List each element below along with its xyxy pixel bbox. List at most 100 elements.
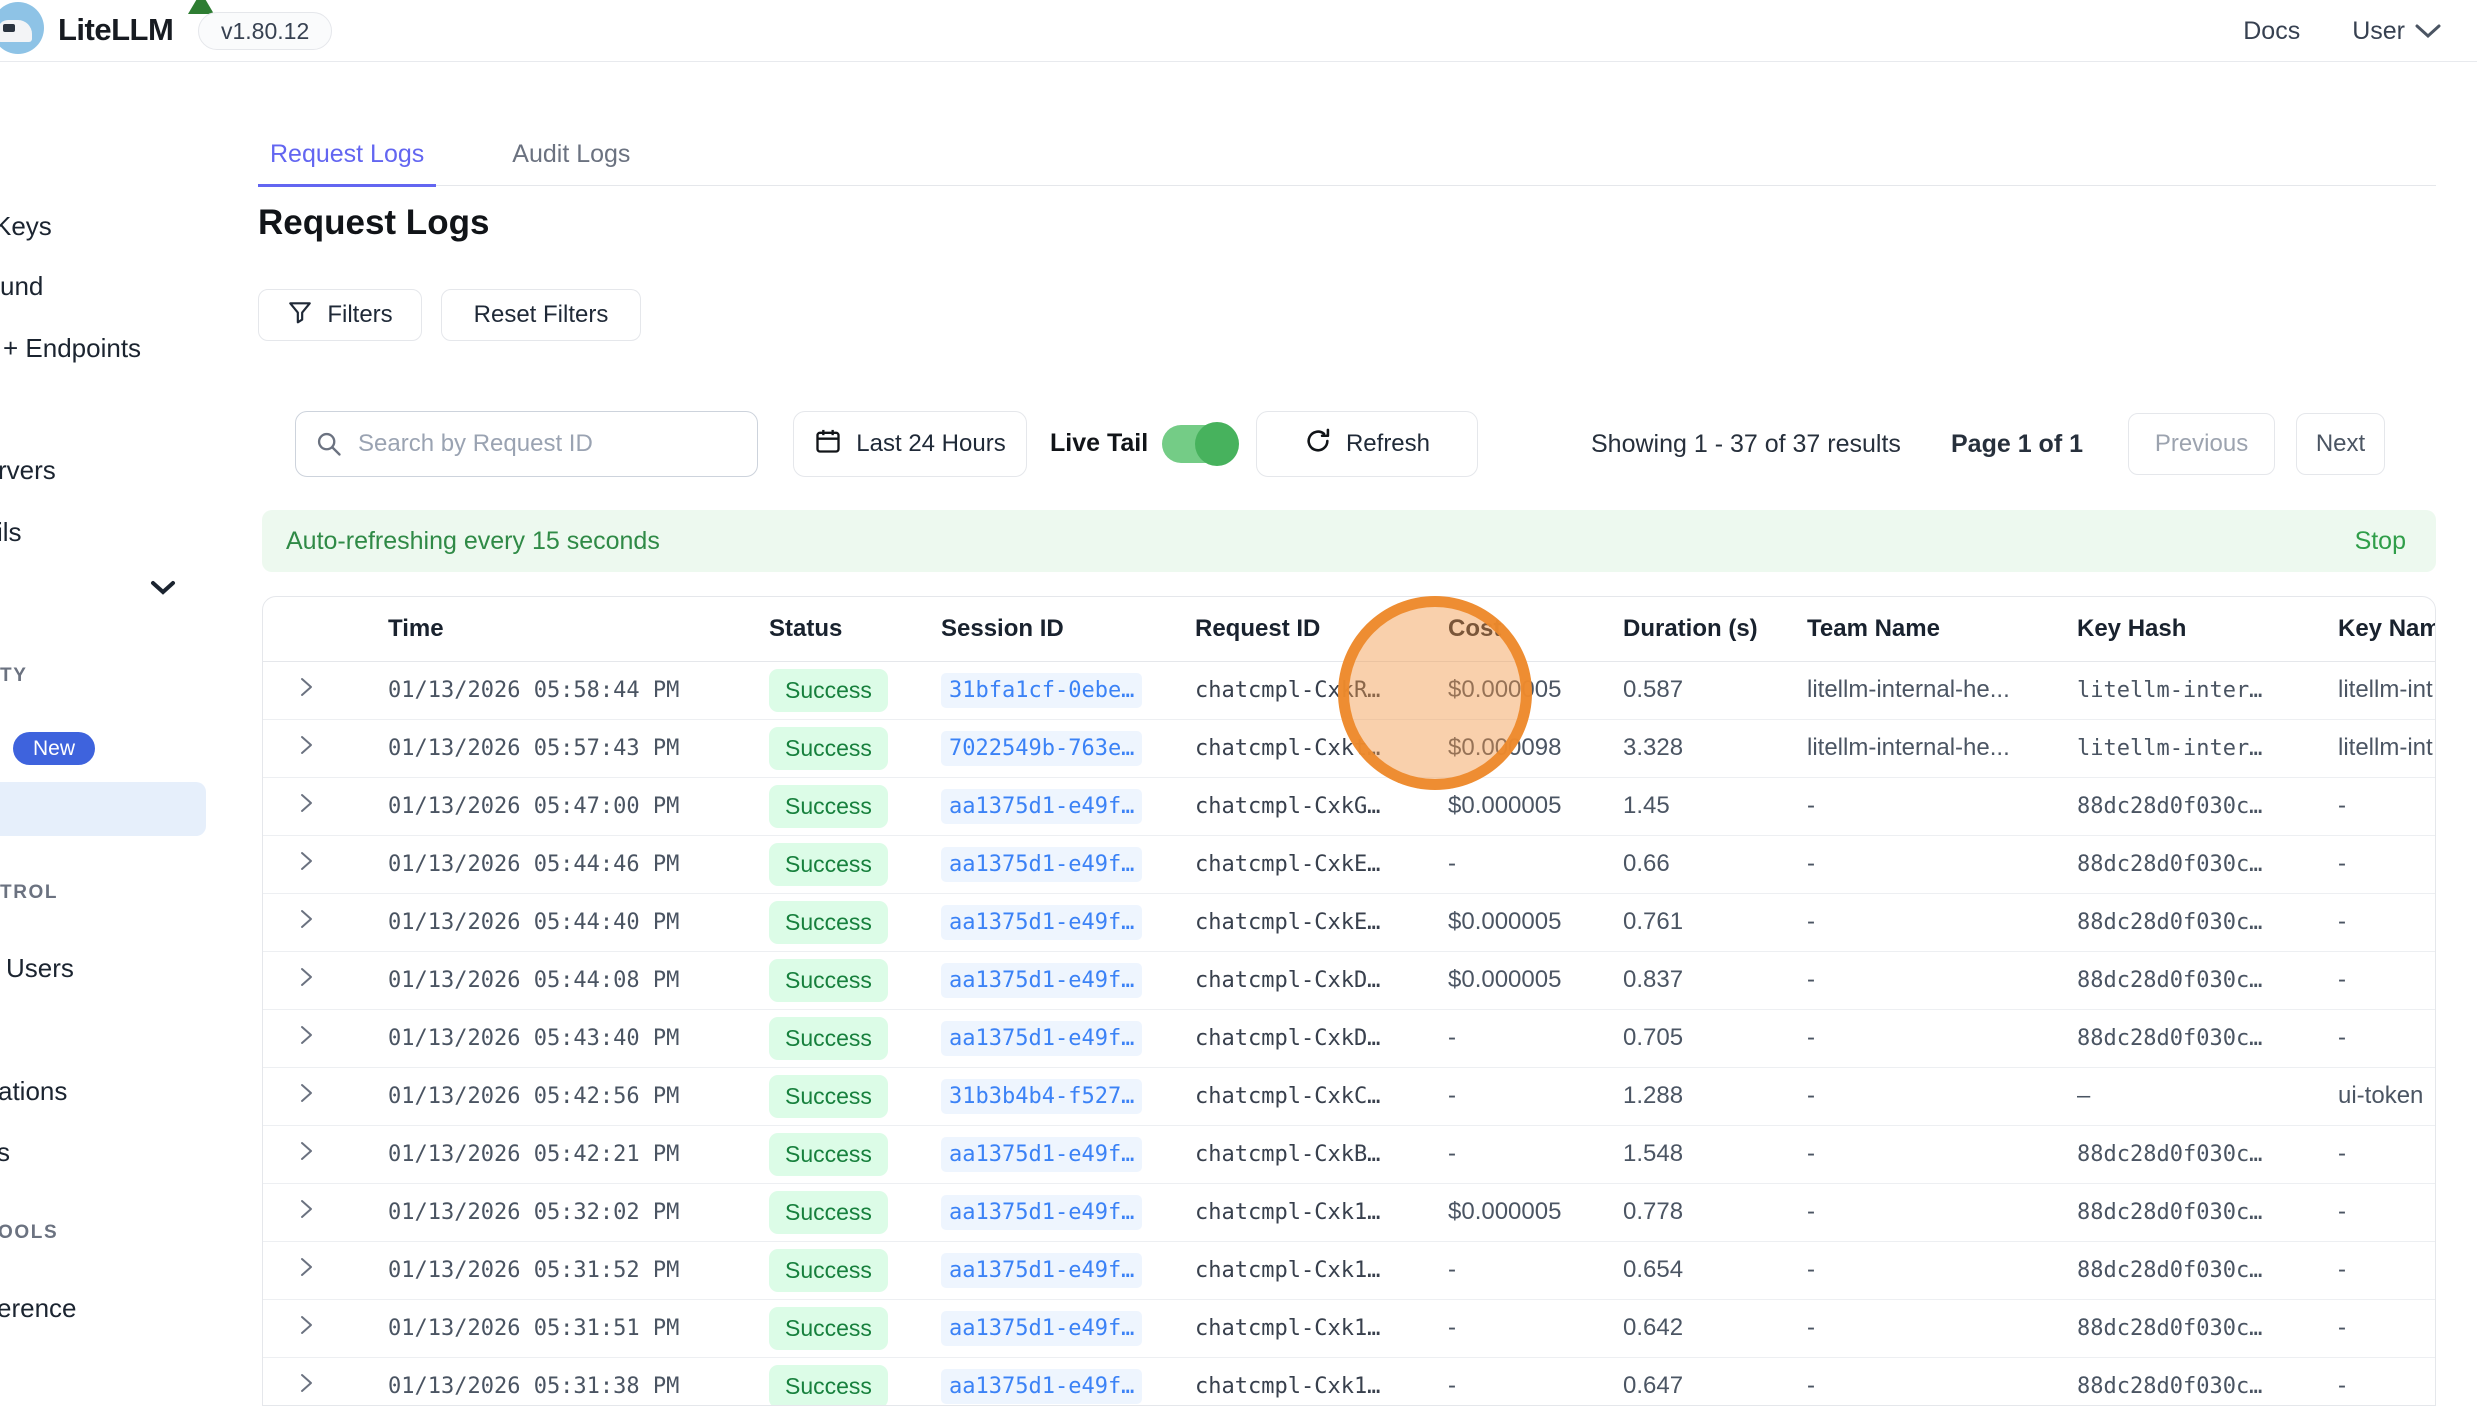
cell-time: 01/13/2026 05:47:00 PM bbox=[348, 777, 729, 835]
time-range-button[interactable]: Last 24 Hours bbox=[793, 411, 1027, 477]
sidebar-item-reference[interactable]: erence bbox=[0, 1293, 77, 1324]
expand-row-chevron-icon[interactable] bbox=[299, 1081, 314, 1112]
sidebar-item-teams[interactable]: s bbox=[0, 1137, 10, 1168]
cell-status: Success bbox=[729, 951, 901, 1009]
cell-team-name: - bbox=[1767, 777, 2037, 835]
sidebar-item-keys[interactable]: Keys bbox=[0, 211, 52, 242]
docs-link[interactable]: Docs bbox=[2243, 17, 2300, 46]
table-row: 01/13/2026 05:42:21 PMSuccessaa1375d1-e4… bbox=[263, 1125, 2436, 1183]
expand-row-chevron-icon[interactable] bbox=[299, 675, 314, 706]
stop-auto-refresh-link[interactable]: Stop bbox=[2355, 527, 2406, 556]
sidebar-item-logs-selected[interactable] bbox=[0, 782, 206, 836]
cell-team-name: litellm-internal-he... bbox=[1767, 661, 2037, 719]
cell-status: Success bbox=[729, 1241, 901, 1299]
cell-duration: 0.647 bbox=[1583, 1357, 1767, 1406]
session-id-link[interactable]: aa1375d1-e49f… bbox=[941, 1195, 1142, 1230]
next-page-button[interactable]: Next bbox=[2296, 413, 2385, 475]
status-badge: Success bbox=[769, 1307, 888, 1350]
cell-duration: 0.705 bbox=[1583, 1009, 1767, 1067]
version-badge: v1.80.12 bbox=[198, 12, 332, 50]
cell-key-name: - bbox=[2298, 1357, 2436, 1406]
sidebar-item-guardrails[interactable]: ils bbox=[0, 517, 22, 548]
sidebar-section-observability: TY bbox=[0, 665, 27, 687]
sidebar-item-playground[interactable]: und bbox=[0, 271, 43, 302]
user-menu[interactable]: User bbox=[2352, 17, 2441, 46]
column-header-session-id: Session ID bbox=[901, 597, 1155, 661]
table-row: 01/13/2026 05:58:44 PMSuccess31bfa1cf-0e… bbox=[263, 661, 2436, 719]
session-id-link[interactable]: aa1375d1-e49f… bbox=[941, 963, 1142, 998]
status-badge: Success bbox=[769, 727, 888, 770]
expand-row-chevron-icon[interactable] bbox=[299, 849, 314, 880]
cell-duration: 1.288 bbox=[1583, 1067, 1767, 1125]
expand-row-chevron-icon[interactable] bbox=[299, 791, 314, 822]
filters-button[interactable]: Filters bbox=[258, 289, 422, 341]
search-input[interactable] bbox=[295, 411, 758, 477]
cell-session-id: aa1375d1-e49f… bbox=[901, 1299, 1155, 1357]
previous-page-button[interactable]: Previous bbox=[2128, 413, 2275, 475]
request-logs-table-card: TimeStatusSession IDRequest IDCostDurati… bbox=[262, 596, 2436, 1406]
expand-row-chevron-icon[interactable] bbox=[299, 965, 314, 996]
expand-row-chevron-icon[interactable] bbox=[299, 1313, 314, 1344]
cell-status: Success bbox=[729, 893, 901, 951]
sidebar-item-servers[interactable]: rvers bbox=[0, 455, 56, 486]
cell-team-name: - bbox=[1767, 1067, 2037, 1125]
table-row: 01/13/2026 05:32:02 PMSuccessaa1375d1-e4… bbox=[263, 1183, 2436, 1241]
cell-expand bbox=[263, 1183, 348, 1241]
sidebar-item-models-endpoints[interactable]: + Endpoints bbox=[3, 333, 141, 364]
session-id-link[interactable]: aa1375d1-e49f… bbox=[941, 847, 1142, 882]
session-id-link[interactable]: 31bfa1cf-0ebe… bbox=[941, 673, 1142, 708]
cell-expand bbox=[263, 1009, 348, 1067]
cell-duration: 0.642 bbox=[1583, 1299, 1767, 1357]
cell-key-hash: 88dc28d0f030c… bbox=[2037, 1125, 2298, 1183]
session-id-link[interactable]: aa1375d1-e49f… bbox=[941, 1137, 1142, 1172]
sidebar-collapse-chevron-icon[interactable] bbox=[150, 580, 176, 601]
cell-duration: 1.45 bbox=[1583, 777, 1767, 835]
expand-row-chevron-icon[interactable] bbox=[299, 907, 314, 938]
column-header-team-name: Team Name bbox=[1767, 597, 2037, 661]
cell-time: 01/13/2026 05:44:40 PM bbox=[348, 893, 729, 951]
cell-key-name: - bbox=[2298, 893, 2436, 951]
cell-expand bbox=[263, 777, 348, 835]
sidebar-item-users[interactable]: Users bbox=[6, 953, 74, 984]
sidebar-item-organizations[interactable]: ations bbox=[0, 1076, 67, 1107]
expand-row-chevron-icon[interactable] bbox=[299, 1371, 314, 1402]
cell-key-hash: 88dc28d0f030c… bbox=[2037, 1183, 2298, 1241]
chevron-down-icon bbox=[2415, 17, 2441, 46]
session-id-link[interactable]: aa1375d1-e49f… bbox=[941, 1311, 1142, 1346]
session-id-link[interactable]: aa1375d1-e49f… bbox=[941, 1021, 1142, 1056]
session-id-link[interactable]: aa1375d1-e49f… bbox=[941, 905, 1142, 940]
session-id-link[interactable]: aa1375d1-e49f… bbox=[941, 1369, 1142, 1404]
live-tail-toggle[interactable] bbox=[1162, 425, 1236, 463]
session-id-link[interactable]: 31b3b4b4-f527… bbox=[941, 1079, 1142, 1114]
expand-row-chevron-icon[interactable] bbox=[299, 1197, 314, 1228]
cell-expand bbox=[263, 893, 348, 951]
cell-session-id: 7022549b-763e… bbox=[901, 719, 1155, 777]
refresh-button[interactable]: Refresh bbox=[1256, 411, 1478, 477]
cell-key-hash: – bbox=[2037, 1067, 2298, 1125]
cell-cost: $0.000005 bbox=[1408, 661, 1583, 719]
expand-row-chevron-icon[interactable] bbox=[299, 1139, 314, 1170]
expand-row-chevron-icon[interactable] bbox=[299, 1023, 314, 1054]
cell-session-id: 31b3b4b4-f527… bbox=[901, 1067, 1155, 1125]
expand-row-chevron-icon[interactable] bbox=[299, 733, 314, 764]
cell-team-name: - bbox=[1767, 835, 2037, 893]
status-badge: Success bbox=[769, 1017, 888, 1060]
cell-time: 01/13/2026 05:44:46 PM bbox=[348, 835, 729, 893]
cell-duration: 0.587 bbox=[1583, 661, 1767, 719]
tab-audit-logs[interactable]: Audit Logs bbox=[500, 132, 642, 185]
cell-time: 01/13/2026 05:31:38 PM bbox=[348, 1357, 729, 1406]
reset-filters-button[interactable]: Reset Filters bbox=[441, 289, 641, 341]
tab-request-logs[interactable]: Request Logs bbox=[258, 132, 436, 187]
session-id-link[interactable]: aa1375d1-e49f… bbox=[941, 789, 1142, 824]
status-badge: Success bbox=[769, 1191, 888, 1234]
cell-status: Success bbox=[729, 661, 901, 719]
cell-session-id: aa1375d1-e49f… bbox=[901, 1183, 1155, 1241]
cell-key-name: - bbox=[2298, 1241, 2436, 1299]
session-id-link[interactable]: aa1375d1-e49f… bbox=[941, 1253, 1142, 1288]
table-row: 01/13/2026 05:44:08 PMSuccessaa1375d1-e4… bbox=[263, 951, 2436, 1009]
cell-key-hash: litellm-inter… bbox=[2037, 661, 2298, 719]
cell-status: Success bbox=[729, 1357, 901, 1406]
session-id-link[interactable]: 7022549b-763e… bbox=[941, 731, 1142, 766]
table-row: 01/13/2026 05:42:56 PMSuccess31b3b4b4-f5… bbox=[263, 1067, 2436, 1125]
expand-row-chevron-icon[interactable] bbox=[299, 1255, 314, 1286]
